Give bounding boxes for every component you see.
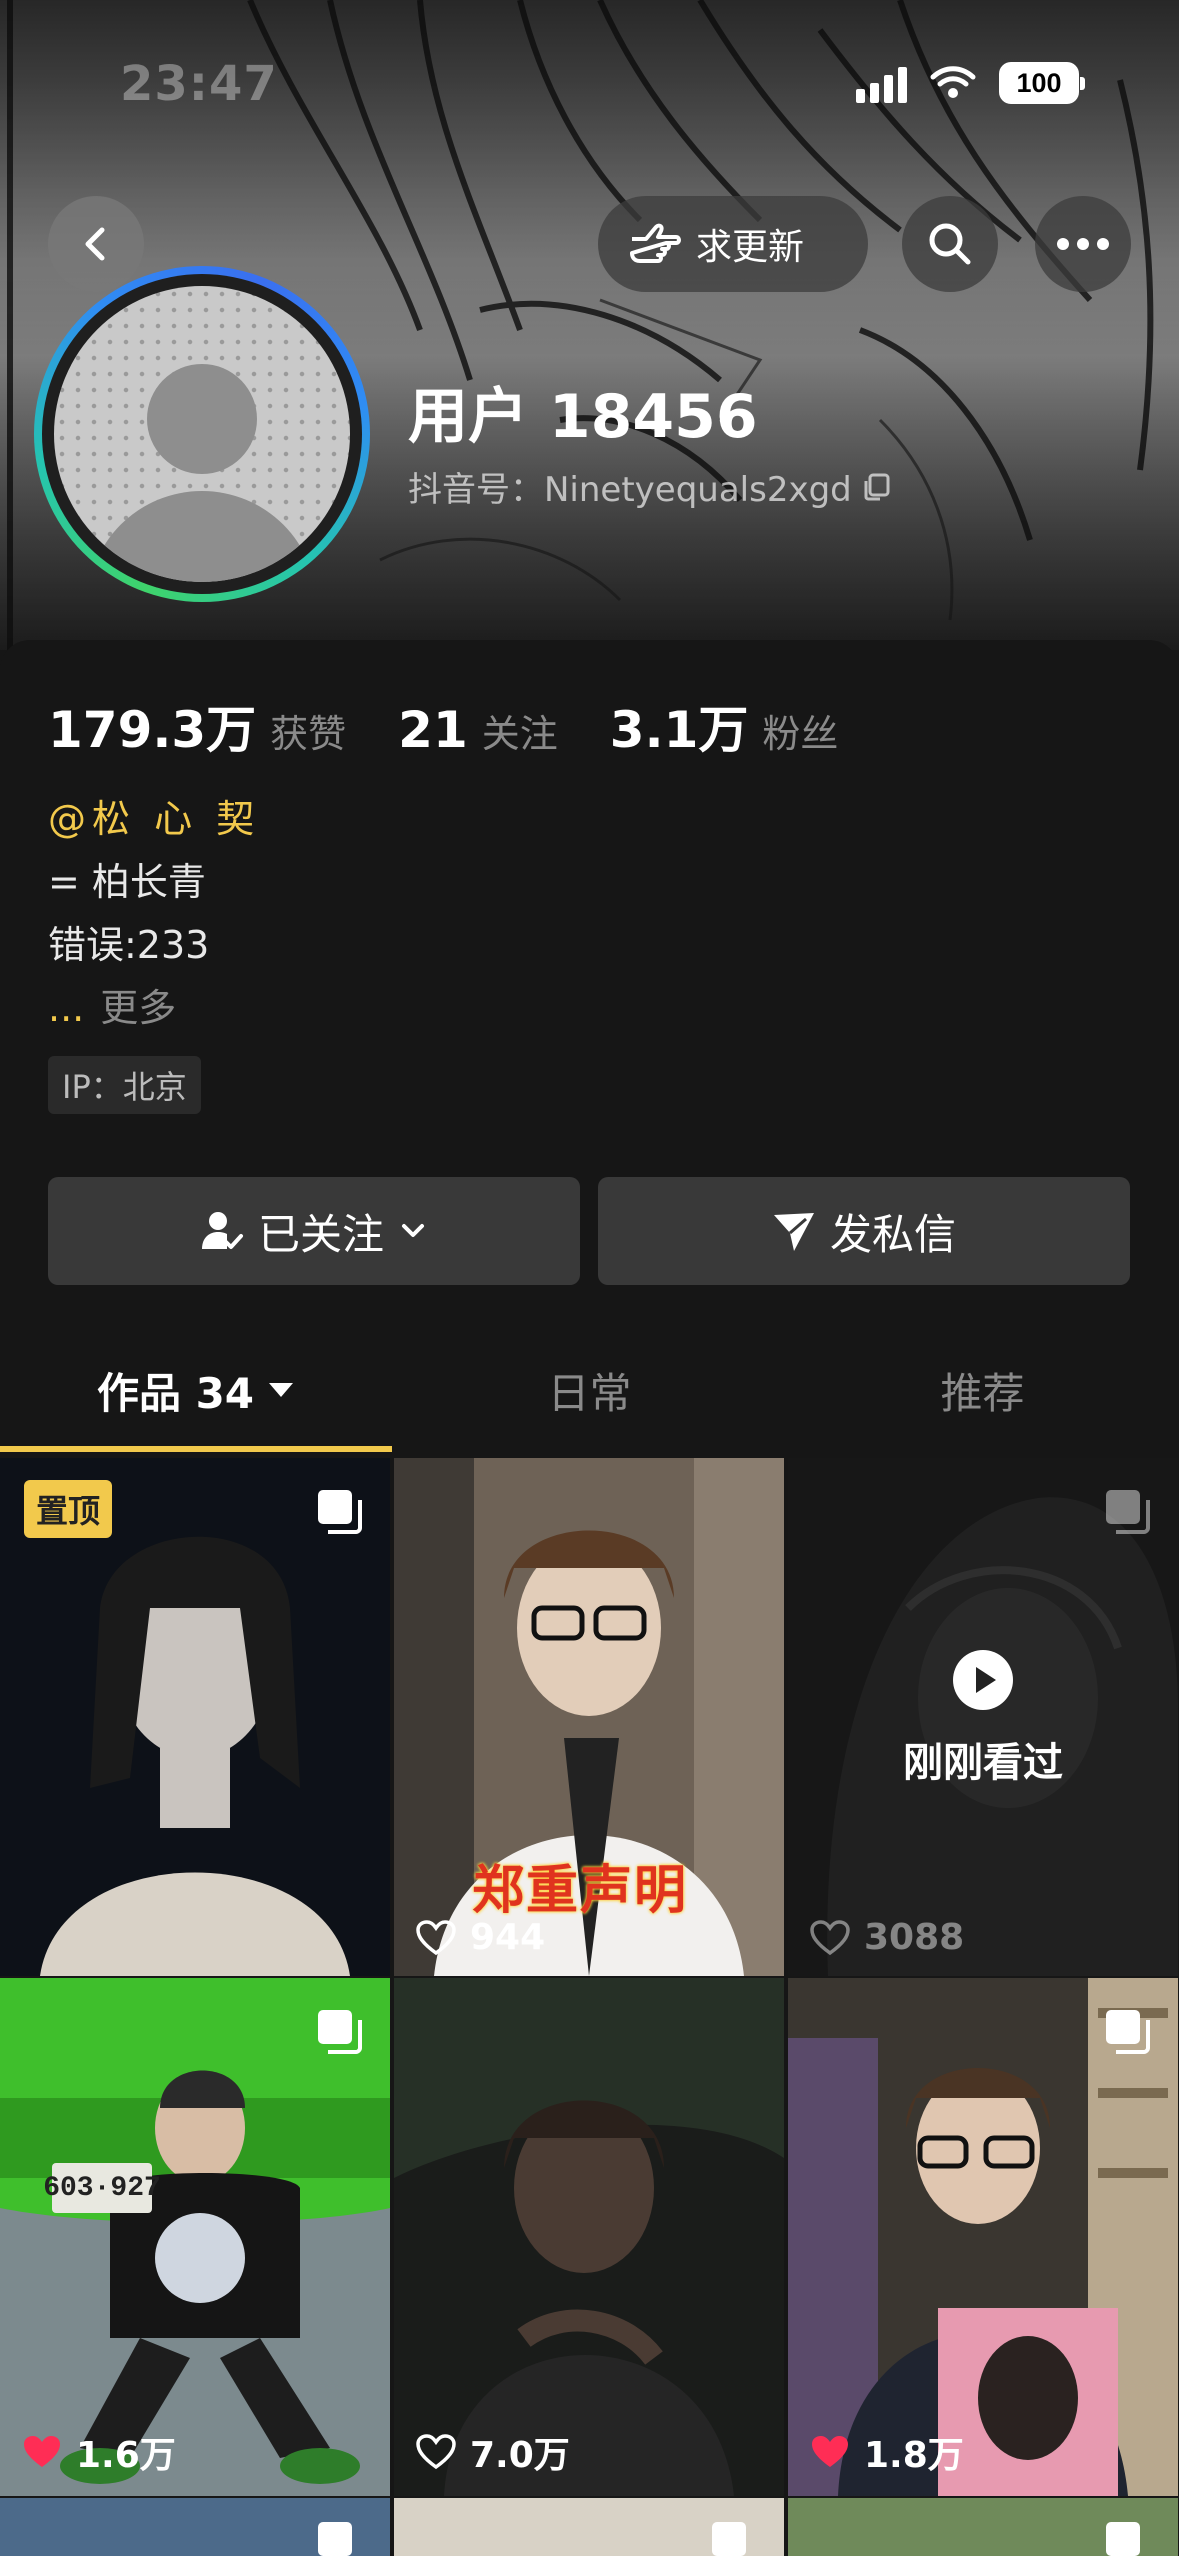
stat-following[interactable]: 21 关注 (398, 701, 558, 759)
stat-likes-label: 获赞 (270, 712, 347, 756)
more-options-button[interactable] (1035, 196, 1131, 292)
profile-bio: @松 心 契 = 柏长青 错误:233 ... 更多 (48, 788, 260, 1040)
tab-daily-label: 日常 (547, 1368, 632, 1418)
play-circle-icon (953, 1650, 1013, 1710)
like-count-value: 3088 (864, 1917, 965, 1958)
bio-mention-link[interactable]: @松 心 契 (48, 788, 260, 851)
status-time: 23:47 (120, 56, 278, 112)
video-tile-recently-watched[interactable]: 刚刚看过 3088 (788, 1458, 1178, 1976)
avatar (54, 286, 350, 582)
heart-outline-icon (810, 1919, 850, 1955)
stat-likes[interactable]: 179.3万 获赞 (48, 690, 346, 762)
multi-image-icon (318, 2522, 352, 2556)
video-tile[interactable]: 603·927 1.6万 (0, 1978, 390, 2496)
video-tile[interactable] (788, 2498, 1178, 2556)
send-icon (773, 1213, 814, 1251)
search-icon (929, 223, 971, 265)
user-check-icon (201, 1212, 243, 1249)
like-count-value: 7.0万 (470, 2435, 570, 2476)
like-count: 944 (416, 1917, 545, 1958)
chevron-down-icon (402, 1224, 424, 1237)
video-caption-overlay: 郑重声明 (472, 1861, 689, 1921)
active-tab-indicator (0, 1446, 392, 1452)
bio-expand-more[interactable]: ... 更多 (48, 977, 260, 1040)
video-tile[interactable] (0, 2498, 390, 2556)
search-button[interactable] (902, 196, 998, 292)
stat-followers[interactable]: 3.1万 粉丝 (610, 690, 839, 762)
request-update-button[interactable]: 求更新 (598, 196, 868, 292)
tab-recommended-label: 推荐 (940, 1368, 1025, 1418)
like-count-value: 1.6万 (76, 2435, 176, 2476)
followed-button[interactable]: 已关注 (48, 1177, 580, 1285)
multi-image-icon (1106, 1490, 1150, 1534)
heart-outline-icon (416, 2434, 456, 2470)
heart-filled-icon (812, 2436, 848, 2467)
recently-watched-marker: 刚刚看过 (788, 1648, 1178, 1788)
video-tile[interactable]: 1.8万 (788, 1978, 1178, 2496)
multi-image-icon (1106, 2522, 1140, 2556)
followed-label: 已关注 (257, 1209, 384, 1259)
tab-works-label: 作品 34 (96, 1368, 255, 1418)
caret-down-icon (269, 1383, 294, 1397)
ip-location-tag: IP：北京 (48, 1056, 201, 1114)
back-button[interactable] (48, 196, 144, 292)
douyin-id-text: 抖音号：Ninetyequals2xgd (408, 470, 852, 510)
multi-image-icon (318, 1490, 362, 1534)
video-thumbnail (394, 1978, 784, 2496)
like-count-value: 944 (470, 1917, 546, 1958)
avatar-frame (42, 274, 362, 594)
send-message-label: 发私信 (829, 1209, 956, 1259)
video-tile[interactable]: 郑重声明 944 (394, 1458, 784, 1976)
request-update-label: 求更新 (696, 227, 805, 268)
multi-image-icon (1106, 2010, 1150, 2054)
video-tile[interactable]: 7.0万 (394, 1978, 784, 2496)
recently-watched-label: 刚刚看过 (903, 1740, 1063, 1786)
chevron-left-icon (85, 227, 105, 261)
video-tile[interactable] (394, 2498, 784, 2556)
avatar-ring[interactable] (34, 266, 370, 602)
status-icons: 100 (856, 62, 1085, 104)
heart-outline-icon (416, 1919, 456, 1955)
signal-icon (856, 63, 907, 103)
douyin-id-row[interactable]: 抖音号：Ninetyequals2xgd (408, 462, 892, 511)
status-bar: 23:47 100 (0, 50, 1179, 120)
avatar-body-shape (87, 491, 317, 582)
more-dots-icon (1057, 238, 1109, 250)
wifi-icon (930, 66, 976, 98)
battery-level: 100 (1016, 67, 1062, 98)
like-count: 7.0万 (416, 2426, 570, 2478)
stat-followers-value: 3.1万 (609, 701, 749, 759)
like-count: 3088 (810, 1917, 964, 1958)
heart-filled-icon (24, 2436, 60, 2467)
license-plate: 603·927 (43, 2163, 161, 2213)
bio-more-dots: ... (48, 986, 85, 1030)
stat-followers-label: 粉丝 (762, 712, 839, 756)
stat-following-value: 21 (398, 701, 468, 759)
bio-more-label: 更多 (100, 986, 177, 1030)
video-tile-pinned[interactable]: 置顶 (0, 1458, 390, 1976)
send-message-button[interactable]: 发私信 (598, 1177, 1130, 1285)
profile-username: 用户 18456 (408, 382, 758, 452)
multi-image-icon (712, 2522, 746, 2556)
tab-daily[interactable]: 日常 (393, 1325, 786, 1455)
pointing-hand-icon (630, 223, 681, 263)
copy-icon[interactable] (862, 472, 892, 502)
tab-recommended[interactable]: 推荐 (786, 1325, 1179, 1455)
multi-image-icon (318, 2010, 362, 2054)
stats-row: 179.3万 获赞 21 关注 3.1万 粉丝 (48, 690, 890, 762)
tab-works[interactable]: 作品 34 (0, 1325, 393, 1455)
battery-icon: 100 (999, 62, 1085, 104)
content-tabs: 作品 34 日常 推荐 (0, 1325, 1179, 1455)
bio-line: 错误:233 (48, 923, 210, 967)
bio-line: = 柏长青 (48, 860, 206, 904)
stat-likes-value: 179.3万 (48, 701, 257, 759)
avatar-head-shape (147, 364, 257, 474)
stat-following-label: 关注 (481, 712, 558, 756)
like-count-value: 1.8万 (864, 2435, 964, 2476)
pinned-badge: 置顶 (24, 1480, 113, 1538)
like-count: 1.8万 (810, 2426, 964, 2478)
like-count: 1.6万 (22, 2426, 176, 2478)
